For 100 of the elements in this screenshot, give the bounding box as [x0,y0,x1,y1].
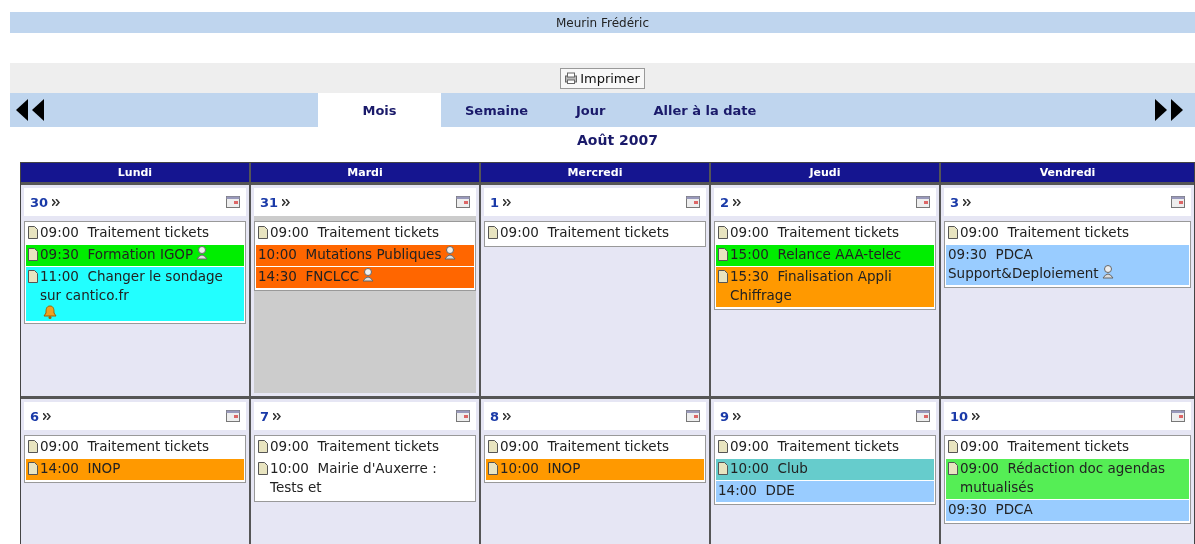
add-event-icon[interactable] [686,196,700,208]
document-icon [948,462,958,475]
double-chevron-icon[interactable] [503,412,512,420]
calendar-event[interactable]: 09:30 PDCA [946,500,1189,521]
calendar-event[interactable]: 15:30 Finalisation Appli Chiffrage [716,267,934,307]
event-text: 09:30 Formation IGOP [40,246,194,262]
day-link[interactable]: 1 [490,194,500,210]
event-text: 09:00 Traitement tickets [730,224,899,240]
document-icon [718,248,728,261]
document-icon [258,440,268,453]
calendar-event[interactable]: 10:00 Club [716,459,934,480]
event-text: 09:00 Traitement tickets [960,438,1129,454]
document-icon [948,226,958,239]
event-text: 09:00 Rédaction doc agendas mutualisés [960,460,1166,495]
event-text: 09:00 Traitement tickets [730,438,899,454]
add-event-icon[interactable] [916,410,930,422]
double-chevron-icon[interactable] [733,412,742,420]
nav-tab[interactable]: Semaine [441,93,553,127]
double-chevron-icon[interactable] [503,198,512,206]
day-link[interactable]: 7 [260,408,270,424]
double-chevron-icon[interactable] [963,198,972,206]
add-event-icon[interactable] [456,196,470,208]
day-link[interactable]: 6 [30,408,40,424]
weekday-header: Vendredi [941,163,1194,182]
event-text: 11:00 Changer le sondage sur cantico.fr [40,268,223,303]
double-chevron-icon[interactable] [282,198,291,206]
person-icon [444,246,457,260]
user-name: Meurin Frédéric [556,15,649,30]
calendar-event[interactable]: 10:00 Mutations Publiques [256,245,474,266]
calendar-event[interactable]: 14:00 DDE [716,481,934,502]
weekday-header: Jeudi [711,163,939,182]
calendar-event[interactable]: 15:00 Relance AAA-telec [716,245,934,266]
event-text: 10:00 INOP [500,460,581,476]
day-link[interactable]: 3 [950,194,960,210]
calendar-event[interactable]: 11:00 Changer le sondage sur cantico.fr [26,267,244,321]
print-button[interactable]: Imprimer [560,67,645,89]
day-link[interactable]: 8 [490,408,500,424]
add-event-icon[interactable] [456,410,470,422]
nav-tab[interactable]: Jour [552,93,630,127]
event-text: 14:30 FNCLCC [258,268,360,284]
weekday-header: Lundi [21,163,249,182]
double-chevron-icon[interactable] [273,412,282,420]
document-icon [718,440,728,453]
document-icon [28,248,38,261]
month-title: Août 2007 [576,132,659,150]
weekday-header: Mardi [251,163,479,182]
event-text: 09:00 Traitement tickets [500,438,669,454]
nav-tab[interactable]: Mois [318,93,441,127]
document-icon [488,440,498,453]
event-text: 09:00 Traitement tickets [40,224,209,240]
person-icon [196,246,209,260]
document-icon [258,226,268,239]
calendar-event[interactable]: 09:30 PDCA Support&Deploiement [946,245,1189,285]
day-link[interactable]: 31 [260,194,279,210]
day-link[interactable]: 9 [720,408,730,424]
document-icon [28,226,38,239]
event-text: 15:00 Relance AAA-telec [730,246,902,262]
day-link[interactable]: 30 [30,194,49,210]
event-text: 09:30 PDCA Support&Deploiement [948,246,1099,281]
event-text: 09:30 PDCA [948,501,1033,517]
event-text: 09:00 Traitement tickets [500,224,669,240]
double-chevron-icon[interactable] [733,198,742,206]
document-icon [488,462,498,475]
double-chevron-icon[interactable] [972,412,981,420]
calendar-event[interactable]: 10:00 INOP [486,459,704,480]
add-event-icon[interactable] [226,196,240,208]
calendar-event[interactable]: 14:00 INOP [26,459,244,480]
event-text: 10:00 Club [730,460,808,476]
event-text: 10:00 Mairie d'Auxerre : Tests et [270,460,437,495]
double-chevron-icon[interactable] [52,198,61,206]
add-event-icon[interactable] [1171,410,1185,422]
event-text: 09:00 Traitement tickets [40,438,209,454]
calendar-event[interactable]: 09:30 Formation IGOP [26,245,244,266]
document-icon [718,226,728,239]
day-link[interactable]: 2 [720,194,730,210]
printer-icon [565,72,578,84]
event-text: 14:00 INOP [40,460,121,476]
add-event-icon[interactable] [686,410,700,422]
calendar-event[interactable]: 14:30 FNCLCC [256,267,474,288]
event-text: 15:30 Finalisation Appli Chiffrage [730,268,892,303]
event-text: 09:00 Traitement tickets [960,224,1129,240]
event-text: 10:00 Mutations Publiques [258,246,442,262]
person-icon [1101,265,1114,279]
document-icon [718,270,728,283]
person-icon [362,268,375,282]
add-event-icon[interactable] [916,196,930,208]
document-icon [488,226,498,239]
bell-icon [43,305,57,319]
add-event-icon[interactable] [1171,196,1185,208]
document-icon [28,270,38,283]
document-icon [28,440,38,453]
add-event-icon[interactable] [226,410,240,422]
double-chevron-icon[interactable] [43,412,52,420]
document-icon [28,462,38,475]
event-text: 14:00 DDE [718,482,795,498]
calendar-event[interactable]: 09:00 Rédaction doc agendas mutualisés [946,459,1189,499]
document-icon [718,462,728,475]
document-icon [948,440,958,453]
day-link[interactable]: 10 [950,408,969,424]
nav-tab[interactable]: Aller à la date [629,93,781,127]
